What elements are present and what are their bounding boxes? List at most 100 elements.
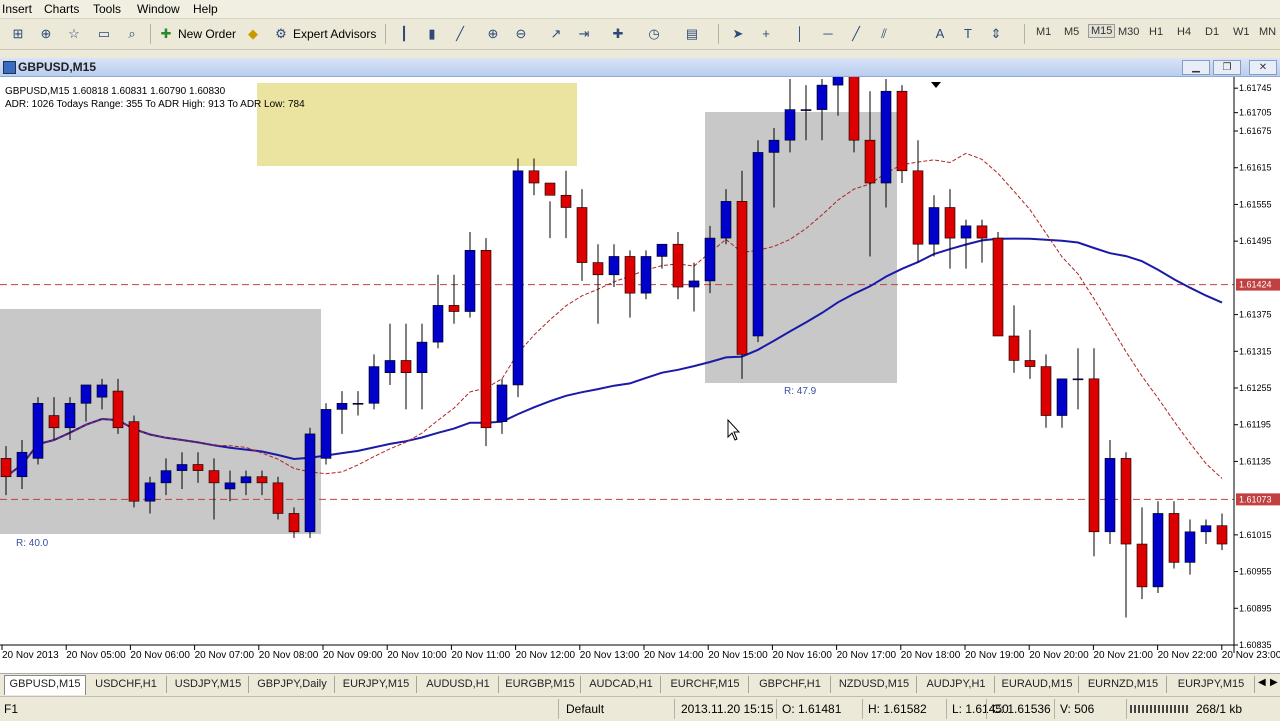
time-tick-label: 20 Nov 23:00	[1222, 650, 1280, 661]
market-watch-button[interactable]: ☆	[66, 23, 82, 45]
cursor-tool[interactable]: ➤	[730, 23, 746, 45]
candle-chart-button[interactable]: ▮	[424, 23, 440, 45]
tab-usdjpy-m15[interactable]: USDJPY,M15	[168, 676, 249, 693]
chart-shift-button[interactable]: ⇥	[576, 23, 592, 45]
candle-body	[704, 237, 716, 282]
candle-body	[896, 90, 908, 172]
tf-h1[interactable]: H1	[1149, 26, 1163, 38]
zoom-out-button[interactable]: ⊖	[513, 23, 529, 45]
chart-shift-icon: ⇥	[578, 26, 590, 41]
price-chart[interactable]: 1.61745 1.61705 1.61675 1.61615 1.61555 1.614…	[0, 42, 1280, 673]
session-box-yellow[interactable]	[257, 83, 577, 166]
tab-scroll-right-icon[interactable]: ▶	[1270, 677, 1278, 688]
tf-w1[interactable]: W1	[1233, 26, 1250, 38]
tf-m15[interactable]: M15	[1088, 24, 1116, 38]
expert-toggle-button[interactable]: ◆	[245, 23, 261, 45]
chart-tabs: GBPUSD,M15 USDCHF,H1 USDJPY,M15 GBPJPY,D…	[0, 673, 1280, 696]
candle-body	[672, 243, 684, 288]
candle-body	[1088, 378, 1100, 533]
channel-tool[interactable]: ⫽	[876, 23, 892, 45]
tab-gbpchf-h1[interactable]: GBPCHF,H1	[750, 676, 831, 693]
close-button[interactable]: ✕	[1249, 60, 1277, 75]
tab-gbpusd-m15[interactable]: GBPUSD,M15	[4, 675, 86, 695]
expert-advisors-button[interactable]: ⚙ Expert Advisors	[273, 23, 376, 45]
vertical-line-tool[interactable]: │	[792, 23, 808, 45]
tf-mn[interactable]: MN	[1259, 26, 1276, 38]
arrows-tool[interactable]: ⇕	[988, 23, 1004, 45]
navigator-button[interactable]: ▭	[96, 23, 112, 45]
time-tick-label: 20 Nov 16:00	[772, 650, 832, 661]
candle-body	[736, 201, 748, 355]
bar-chart-button[interactable]: ┃	[396, 23, 412, 45]
candle-body	[368, 366, 380, 404]
auto-scroll-button[interactable]: ↗	[548, 23, 564, 45]
price-tick-label: 1.61315	[1239, 346, 1272, 356]
new-order-button[interactable]: ✚ New Order	[158, 23, 236, 45]
candle-body	[1152, 513, 1164, 588]
zoom-in-button[interactable]: ⊕	[485, 23, 501, 45]
chart-canvas[interactable]: 1.61745 1.61705 1.61675 1.61615 1.61555 1.614…	[0, 42, 1280, 673]
tf-m1[interactable]: M1	[1036, 26, 1051, 38]
periods-button[interactable]: ◷	[646, 23, 662, 45]
candle-body	[240, 476, 252, 484]
text-tool[interactable]: A	[932, 23, 948, 45]
tf-d1[interactable]: D1	[1205, 26, 1219, 38]
tab-usdchf-h1[interactable]: USDCHF,H1	[86, 676, 167, 693]
tf-h4[interactable]: H4	[1177, 26, 1191, 38]
price-tick-label: 1.61375	[1239, 310, 1272, 320]
terminal-button[interactable]: ⌕	[124, 23, 140, 45]
tab-eurjpy-m15-2[interactable]: EURJPY,M15	[1168, 676, 1255, 693]
price-tick-label: 1.60835	[1239, 640, 1272, 650]
adr-indicator-text: ADR: 1026 Todays Range: 355 To ADR High:…	[5, 99, 305, 110]
status-high: H: 1.61582	[868, 702, 927, 716]
tab-audusd-h1[interactable]: AUDUSD,H1	[418, 676, 499, 693]
tab-euraud-m15[interactable]: EURAUD,M15	[996, 676, 1079, 693]
menu-help[interactable]: Help	[193, 2, 218, 16]
main-toolbar: ⊞ ⊕ ☆ ▭ ⌕ ✚ New Order ◆ ⚙ Expert Advisor…	[0, 19, 1280, 50]
chart-window-titlebar: GBPUSD,M15 ▁ ❐ ✕	[0, 58, 1280, 77]
time-tick-label: 20 Nov 06:00	[130, 650, 190, 661]
price-tick-label: 1.61615	[1239, 163, 1272, 173]
candle-body	[48, 415, 60, 429]
trendline-tool[interactable]: ╱	[848, 23, 864, 45]
tab-scroll-left-icon[interactable]: ◀	[1258, 677, 1266, 688]
tab-eurjpy-m15[interactable]: EURJPY,M15	[336, 676, 417, 693]
time-tick-label: 20 Nov 12:00	[516, 650, 576, 661]
profiles-button[interactable]: ⊕	[38, 23, 54, 45]
price-tick-label: 1.61745	[1239, 83, 1272, 93]
menu-window[interactable]: Window	[137, 2, 180, 16]
price-tick-label: 1.61255	[1239, 383, 1272, 393]
menu-insert[interactable]: Insert	[2, 2, 32, 16]
window-icon: ▭	[97, 26, 111, 41]
menu-charts[interactable]: Charts	[44, 2, 79, 16]
horizontal-line-tool[interactable]: ─	[820, 23, 836, 45]
tf-m5[interactable]: M5	[1064, 26, 1079, 38]
candle-body	[336, 403, 348, 410]
tab-eurnzd-m15[interactable]: EURNZD,M15	[1080, 676, 1167, 693]
tab-gbpjpy-daily[interactable]: GBPJPY,Daily	[250, 676, 335, 693]
new-chart-button[interactable]: ⊞	[10, 23, 26, 45]
templates-button[interactable]: ▤	[684, 23, 700, 45]
tab-eurchf-m15[interactable]: EURCHF,M15	[662, 676, 749, 693]
menu-tools[interactable]: Tools	[93, 2, 121, 16]
candle-body	[400, 360, 412, 374]
candle-body	[720, 201, 732, 239]
status-profile[interactable]: Default	[566, 702, 604, 716]
tf-m30[interactable]: M30	[1118, 26, 1139, 38]
text-label-tool[interactable]: T	[960, 23, 976, 45]
time-tick-label: 20 Nov 05:00	[66, 650, 126, 661]
minimize-button[interactable]: ▁	[1182, 60, 1210, 75]
tab-eurgbp-m15[interactable]: EURGBP,M15	[500, 676, 581, 693]
crosshair-tool[interactable]: +	[758, 23, 774, 45]
tab-nzdusd-m15[interactable]: NZDUSD,M15	[832, 676, 917, 693]
candle-chart-icon: ▮	[428, 26, 436, 41]
tab-audjpy-h1[interactable]: AUDJPY,H1	[918, 676, 995, 693]
chart-shift-marker[interactable]	[931, 82, 941, 88]
indicators-button[interactable]: ✚	[610, 23, 626, 45]
restore-button[interactable]: ❐	[1213, 60, 1241, 75]
range-label-left: R: 40.0	[16, 538, 49, 549]
line-chart-button[interactable]: ╱	[452, 23, 468, 45]
price-tick-label: 1.61705	[1239, 108, 1272, 118]
tab-audcad-h1[interactable]: AUDCAD,H1	[582, 676, 661, 693]
chart-window-title: GBPUSD,M15	[18, 60, 97, 74]
